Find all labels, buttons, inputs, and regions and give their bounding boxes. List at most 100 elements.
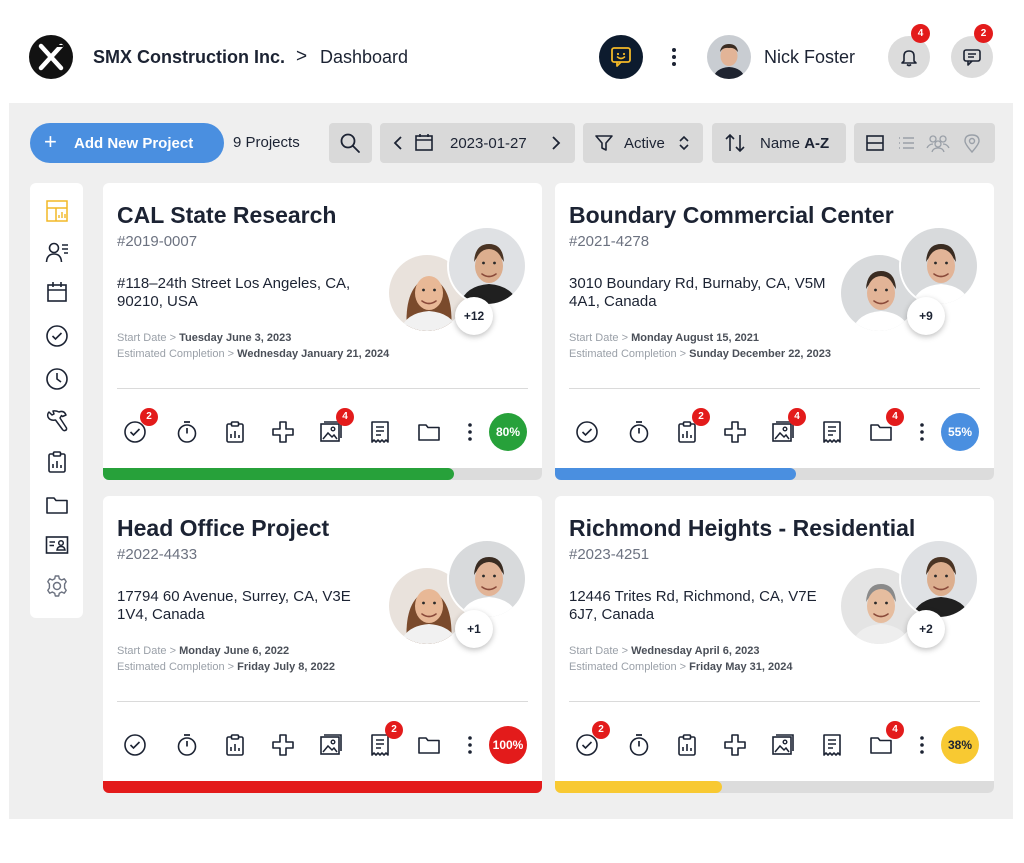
medical-cross-icon[interactable]	[723, 733, 747, 757]
start-date-label: Start Date >	[569, 332, 629, 344]
medical-cross-icon[interactable]	[271, 733, 295, 757]
timer-icon[interactable]	[175, 733, 199, 757]
progress-percent-badge: 100%	[489, 726, 527, 764]
company-logo[interactable]	[29, 35, 73, 79]
project-card[interactable]: Head Office Project #2022-4433 17794 60 Av…	[103, 496, 542, 793]
sort-selector[interactable]: Name A-Z	[712, 123, 846, 163]
add-new-project-button[interactable]: + Add New Project	[30, 123, 224, 163]
tasks-icon[interactable]	[123, 733, 147, 757]
medical-cross-icon[interactable]	[723, 420, 747, 444]
list-view-icon[interactable]	[896, 133, 916, 153]
top-header: SMX Construction Inc. > Dashboard Nick F…	[0, 0, 1024, 103]
team-view-icon[interactable]	[926, 133, 950, 153]
progress-bar	[555, 468, 994, 480]
photos-count-badge: 4	[336, 408, 354, 426]
folder-count-badge: 4	[886, 408, 904, 426]
project-title[interactable]: Head Office Project	[117, 515, 329, 542]
search-button[interactable]	[329, 123, 372, 163]
completion-date-value: Friday May 31, 2024	[689, 661, 793, 673]
team-member-avatar[interactable]	[899, 226, 979, 306]
team-more-count[interactable]: +12	[455, 297, 493, 335]
status-filter[interactable]: Active	[583, 123, 703, 163]
project-dates: Start Date > Monday June 6, 2022 Estimat…	[117, 643, 335, 675]
more-options-icon[interactable]	[666, 42, 682, 72]
sort-updown-icon	[679, 135, 689, 151]
photos-count-badge: 4	[788, 408, 806, 426]
clipboard-icon[interactable]	[45, 450, 69, 474]
card-divider	[569, 701, 980, 702]
clipboard-icon[interactable]	[223, 420, 247, 444]
id-card-icon[interactable]	[45, 533, 69, 557]
folder-icon[interactable]	[417, 420, 441, 444]
project-title[interactable]: Boundary Commercial Center	[569, 202, 894, 229]
breadcrumb-separator: >	[296, 46, 308, 67]
completion-date-label: Estimated Completion >	[569, 661, 687, 673]
view-switcher	[854, 123, 995, 163]
chevron-right-icon[interactable]	[550, 135, 562, 151]
project-title[interactable]: CAL State Research	[117, 202, 336, 229]
map-view-icon[interactable]	[962, 133, 982, 153]
team-member-avatar[interactable]	[899, 539, 979, 619]
settings-icon[interactable]	[45, 574, 69, 598]
clipboard-icon[interactable]	[223, 733, 247, 757]
progress-bar-fill	[103, 468, 454, 480]
project-code: #2021-4278	[569, 233, 650, 250]
team-member-avatar[interactable]	[447, 539, 527, 619]
tasks-icon[interactable]	[575, 420, 599, 444]
card-more-options-icon[interactable]	[917, 420, 927, 444]
user-name[interactable]: Nick Foster	[764, 47, 855, 68]
medical-cross-icon[interactable]	[271, 420, 295, 444]
user-avatar[interactable]	[707, 35, 751, 79]
completion-date-label: Estimated Completion >	[569, 348, 687, 360]
contacts-icon[interactable]	[45, 240, 69, 264]
tasks-count-badge: 2	[592, 721, 610, 739]
completion-date-row: Estimated Completion > Wednesday January…	[117, 346, 389, 362]
team-member-avatar[interactable]	[447, 226, 527, 306]
assistant-chat-button[interactable]	[599, 35, 643, 79]
receipt-icon[interactable]	[368, 420, 392, 444]
completion-date-row: Estimated Completion > Friday July 8, 20…	[117, 659, 335, 675]
notifications-badge: 4	[911, 24, 930, 43]
photos-icon[interactable]	[319, 733, 343, 757]
company-name[interactable]: SMX Construction Inc.	[93, 47, 285, 68]
project-card[interactable]: Richmond Heights - Residential #2023-4251…	[555, 496, 994, 793]
card-more-options-icon[interactable]	[465, 420, 475, 444]
sort-value: Name A-Z	[760, 135, 830, 152]
current-date: 2023-01-27	[450, 135, 527, 152]
folder-icon[interactable]	[45, 493, 69, 517]
card-more-options-icon[interactable]	[917, 733, 927, 757]
chevron-left-icon[interactable]	[392, 135, 404, 151]
project-code: #2022-4433	[117, 546, 198, 563]
project-card[interactable]: CAL State Research #2019-0007 #118–24th St…	[103, 183, 542, 480]
team-more-count[interactable]: +1	[455, 610, 493, 648]
clipboard-icon[interactable]	[675, 733, 699, 757]
start-date-label: Start Date >	[569, 645, 629, 657]
calendar-icon[interactable]	[45, 280, 69, 304]
photos-icon[interactable]	[771, 733, 795, 757]
project-title[interactable]: Richmond Heights - Residential	[569, 515, 915, 542]
card-divider	[569, 388, 980, 389]
tasks-icon[interactable]	[45, 324, 69, 348]
completion-date-row: Estimated Completion > Sunday December 2…	[569, 346, 831, 362]
message-icon	[963, 49, 981, 66]
start-date-label: Start Date >	[117, 645, 177, 657]
project-card[interactable]: Boundary Commercial Center #2021-4278 3010…	[555, 183, 994, 480]
team-more-count[interactable]: +2	[907, 610, 945, 648]
timer-icon[interactable]	[627, 420, 651, 444]
card-view-icon[interactable]	[865, 133, 885, 153]
team-more-count[interactable]: +9	[907, 297, 945, 335]
dashboard-icon[interactable]	[45, 199, 69, 223]
time-icon[interactable]	[45, 367, 69, 391]
timer-icon[interactable]	[627, 733, 651, 757]
receipt-icon[interactable]	[820, 733, 844, 757]
timer-icon[interactable]	[175, 420, 199, 444]
tools-icon[interactable]	[45, 409, 69, 433]
folder-icon[interactable]	[417, 733, 441, 757]
completion-date-value: Friday July 8, 2022	[237, 661, 335, 673]
receipt-icon[interactable]	[820, 420, 844, 444]
date-selector[interactable]: 2023-01-27	[380, 123, 575, 163]
progress-bar-fill	[555, 781, 722, 793]
progress-bar-fill	[103, 781, 542, 793]
card-more-options-icon[interactable]	[465, 733, 475, 757]
start-date-value: Tuesday June 3, 2023	[179, 332, 292, 344]
